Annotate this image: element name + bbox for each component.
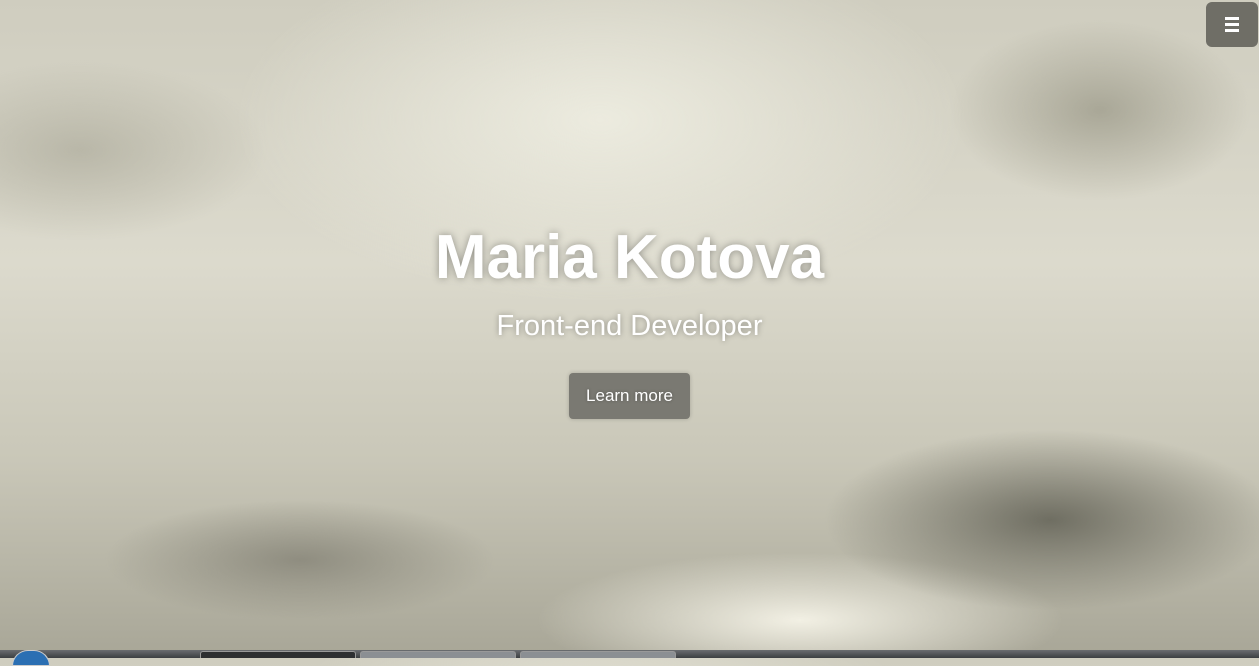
- taskbar-item[interactable]: [200, 651, 356, 658]
- taskbar-item[interactable]: [520, 651, 676, 658]
- taskbar-item[interactable]: [360, 651, 516, 658]
- menu-toggle-button[interactable]: [1206, 2, 1258, 47]
- hamburger-menu-icon-bar: [1225, 23, 1239, 26]
- hero-name: Maria Kotova: [434, 223, 825, 292]
- start-button[interactable]: [12, 650, 50, 666]
- os-taskbar: [0, 650, 1259, 666]
- learn-more-button[interactable]: Learn more: [569, 373, 690, 419]
- hamburger-menu-icon: [1225, 17, 1239, 20]
- hero-section: Maria Kotova Front-end Developer Learn m…: [0, 222, 1259, 419]
- hamburger-menu-icon-bar: [1225, 29, 1239, 32]
- hero-role: Front-end Developer: [496, 310, 763, 342]
